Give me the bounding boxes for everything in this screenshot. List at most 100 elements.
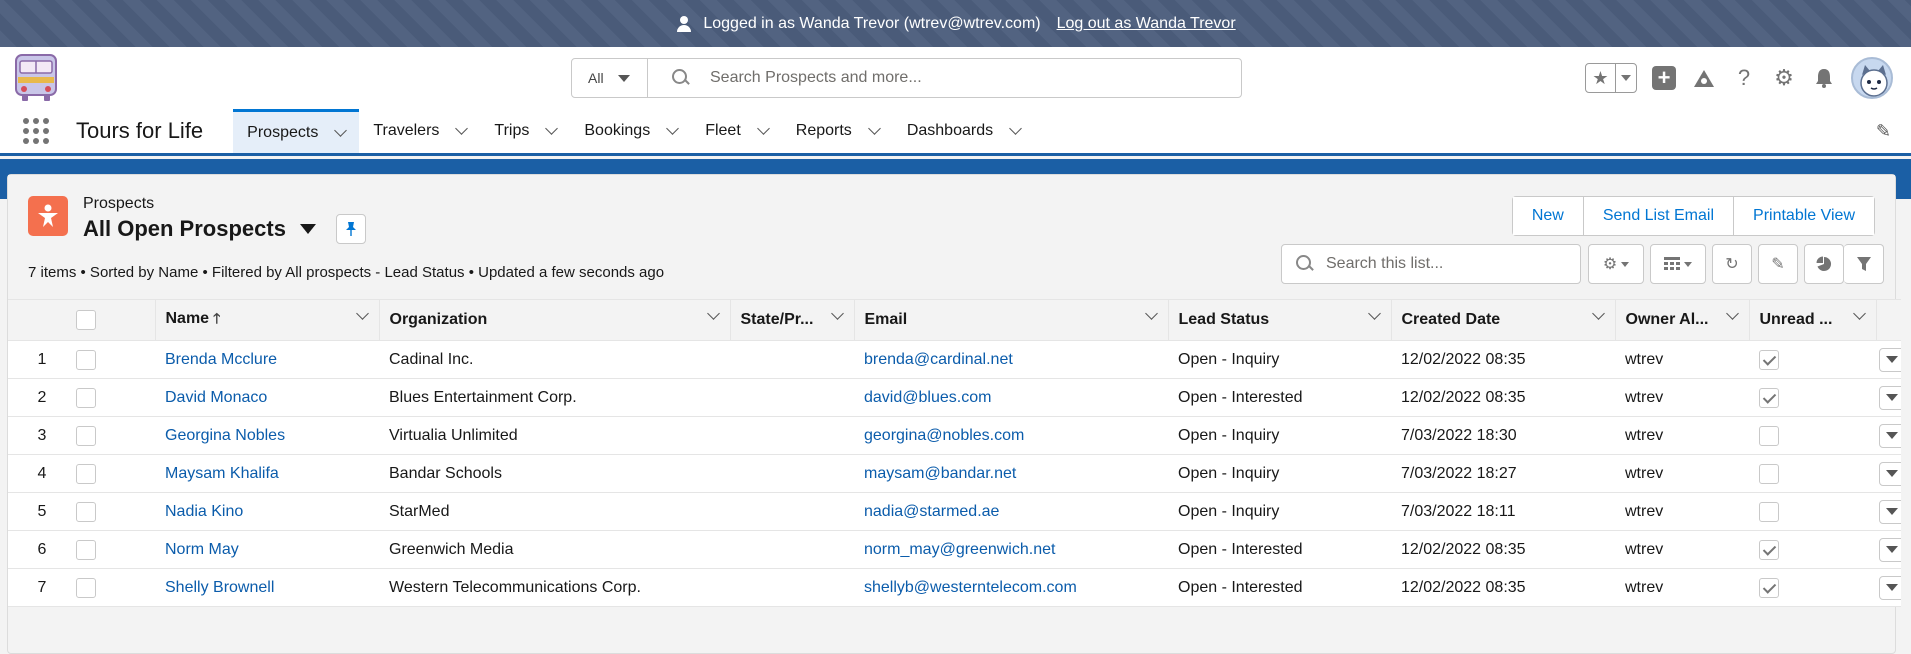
unread-checkbox xyxy=(1759,349,1779,370)
column-header-state[interactable]: State/Pr... xyxy=(730,299,855,341)
nav-tab-trips[interactable]: Trips xyxy=(480,109,570,153)
prospects-table: Name 🡑 Organization State/Pr... Email Lea… xyxy=(8,299,1901,607)
trailhead-icon[interactable] xyxy=(1691,65,1717,91)
column-header-organization[interactable]: Organization xyxy=(379,299,731,341)
select-all-checkbox[interactable] xyxy=(76,310,96,330)
row-action-menu-button[interactable] xyxy=(1879,575,1901,600)
owner-alias-cell: wtrev xyxy=(1615,340,1749,379)
favorites-dropdown[interactable] xyxy=(1616,64,1636,92)
email-link[interactable]: david@blues.com xyxy=(864,389,991,406)
prospect-name-link[interactable]: Nadia Kino xyxy=(165,503,243,520)
nav-tab-dashboards[interactable]: Dashboards xyxy=(893,109,1034,153)
table-row: 4 Maysam Khalifa Bandar Schools maysam@band… xyxy=(8,454,1901,493)
global-search-input[interactable] xyxy=(710,69,1210,87)
chevron-down-icon[interactable] xyxy=(334,123,348,137)
chevron-down-icon[interactable] xyxy=(867,122,881,135)
nav-tab-bookings[interactable]: Bookings xyxy=(570,109,691,153)
edit-nav-pencil-icon[interactable]: ✎ xyxy=(1876,121,1891,142)
row-select-checkbox[interactable] xyxy=(76,577,96,598)
prospect-name-link[interactable]: Brenda Mcclure xyxy=(165,351,277,368)
chevron-down-icon[interactable] xyxy=(706,307,720,320)
search-scope-label: All xyxy=(588,70,604,86)
row-action-menu-button[interactable] xyxy=(1879,347,1901,372)
star-icon[interactable]: ★ xyxy=(1586,64,1616,92)
prospect-name-link[interactable]: Maysam Khalifa xyxy=(165,465,279,482)
help-icon[interactable]: ? xyxy=(1731,65,1757,91)
row-number: 4 xyxy=(8,454,76,493)
owner-alias-cell: wtrev xyxy=(1615,530,1749,569)
prospect-name-link[interactable]: Georgina Nobles xyxy=(165,427,285,444)
filter-button[interactable] xyxy=(1844,244,1884,284)
column-header-created-date[interactable]: Created Date xyxy=(1391,299,1616,341)
chevron-down-icon[interactable] xyxy=(1009,122,1022,135)
notifications-bell-icon[interactable] xyxy=(1811,65,1837,91)
nav-tab-fleet[interactable]: Fleet xyxy=(691,109,782,153)
prospect-name-link[interactable]: David Monaco xyxy=(165,389,267,406)
row-action-menu-button[interactable] xyxy=(1879,385,1901,410)
chevron-down-icon[interactable] xyxy=(756,122,770,135)
column-header-lead-status[interactable]: Lead Status xyxy=(1168,299,1392,341)
app-logo[interactable] xyxy=(12,53,60,103)
app-launcher-button[interactable] xyxy=(0,109,72,153)
charts-button[interactable] xyxy=(1804,244,1844,284)
chevron-down-icon[interactable] xyxy=(1591,307,1605,320)
list-search-input[interactable] xyxy=(1326,255,1566,273)
row-action-menu-button[interactable] xyxy=(1879,461,1901,486)
column-header-email[interactable]: Email xyxy=(854,299,1169,341)
caret-down-icon[interactable] xyxy=(299,224,316,234)
row-select-checkbox[interactable] xyxy=(76,387,96,408)
user-avatar[interactable] xyxy=(1851,57,1893,99)
row-action-menu-button[interactable] xyxy=(1879,537,1901,562)
setup-gear-icon[interactable]: ⚙ xyxy=(1771,65,1797,91)
list-settings-button[interactable]: ⚙ xyxy=(1588,244,1644,284)
lead-status-cell: Open - Interested xyxy=(1168,568,1391,607)
email-link[interactable]: nadia@starmed.ae xyxy=(864,503,999,520)
logout-link[interactable]: Log out as Wanda Trevor xyxy=(1057,15,1236,33)
chevron-down-icon[interactable] xyxy=(1725,307,1739,320)
nav-tab-travelers[interactable]: Travelers xyxy=(359,109,480,153)
email-link[interactable]: maysam@bandar.net xyxy=(864,465,1016,482)
email-link[interactable]: georgina@nobles.com xyxy=(864,427,1024,444)
row-action-menu-button[interactable] xyxy=(1879,423,1901,448)
refresh-button[interactable]: ↻ xyxy=(1712,244,1752,284)
row-select-checkbox[interactable] xyxy=(76,539,96,560)
global-actions-button[interactable]: + xyxy=(1651,65,1677,91)
list-actions: New Send List Email Printable View xyxy=(1511,196,1875,236)
row-select-checkbox[interactable] xyxy=(76,425,96,446)
unread-cell xyxy=(1749,530,1876,569)
display-as-table-button[interactable] xyxy=(1650,244,1706,284)
chevron-down-icon[interactable] xyxy=(1144,307,1158,320)
chevron-down-icon[interactable] xyxy=(355,307,369,320)
prospect-name-link[interactable]: Norm May xyxy=(165,541,239,558)
row-select-checkbox[interactable] xyxy=(76,349,96,370)
nav-tab-prospects[interactable]: Prospects xyxy=(233,109,360,153)
column-header-unread[interactable]: Unread ... xyxy=(1749,299,1877,341)
owner-alias-cell: wtrev xyxy=(1615,454,1749,493)
column-header-owner-alias[interactable]: Owner Al... xyxy=(1615,299,1750,341)
chevron-down-icon[interactable] xyxy=(830,307,844,320)
chevron-down-icon[interactable] xyxy=(666,122,680,135)
column-header-name[interactable]: Name 🡑 xyxy=(155,299,380,341)
chevron-down-icon[interactable] xyxy=(1852,307,1866,320)
chevron-down-icon[interactable] xyxy=(455,122,469,135)
nav-tab-reports[interactable]: Reports xyxy=(782,109,893,153)
chevron-down-icon[interactable] xyxy=(1367,307,1381,320)
favorites-button[interactable]: ★ xyxy=(1585,63,1637,93)
row-action-cell xyxy=(1876,454,1901,493)
new-button[interactable]: New xyxy=(1512,197,1584,235)
send-list-email-button[interactable]: Send List Email xyxy=(1583,197,1735,235)
inline-edit-button[interactable]: ✎ xyxy=(1758,244,1798,284)
object-type-label: Prospects xyxy=(83,195,155,212)
search-scope-select[interactable]: All xyxy=(572,59,648,97)
pin-icon[interactable] xyxy=(335,214,366,244)
email-link[interactable]: norm_may@greenwich.net xyxy=(864,541,1055,558)
prospect-name-link[interactable]: Shelly Brownell xyxy=(165,579,274,596)
printable-view-button[interactable]: Printable View xyxy=(1734,197,1874,235)
chevron-down-icon[interactable] xyxy=(545,122,559,135)
row-select-checkbox[interactable] xyxy=(76,463,96,484)
row-select-checkbox[interactable] xyxy=(76,501,96,522)
email-link[interactable]: brenda@cardinal.net xyxy=(864,351,1013,368)
list-view-selector[interactable]: All Open Prospects xyxy=(83,214,366,244)
row-action-menu-button[interactable] xyxy=(1879,499,1901,524)
email-link[interactable]: shellyb@westerntelecom.com xyxy=(864,579,1077,596)
